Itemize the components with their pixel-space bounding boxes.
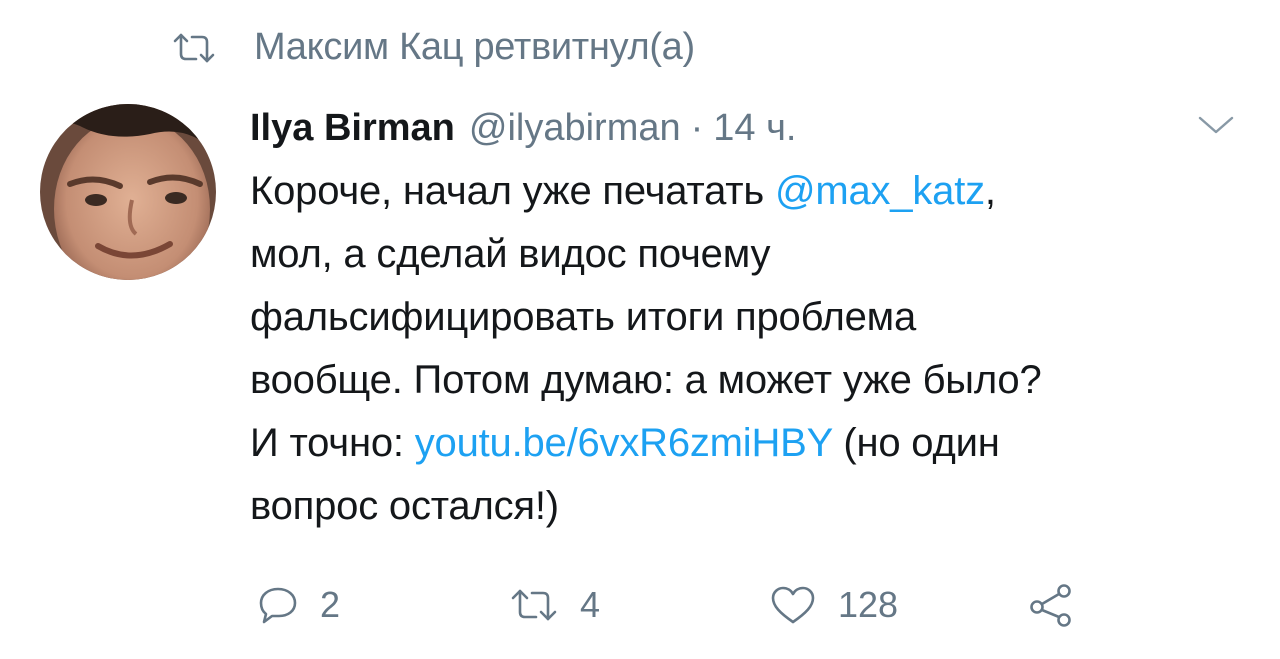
retweet-icon [511,589,557,621]
mention-link[interactable]: @max_katz [775,169,985,213]
tweet-menu-button[interactable] [1196,110,1236,140]
tweet-text-segment: И точно: [250,421,415,465]
tweet-author-line: Ilya Birman @ilyabirman · 14 ч. [250,100,796,156]
tweet-text-line: Короче, начал уже печатать @max_katz, [250,160,1250,223]
retweet-header-text[interactable]: Максим Кац ретвитнул(а) [254,26,695,69]
like-button[interactable]: 128 [770,575,898,635]
share-icon [1030,584,1071,627]
share-button[interactable] [1028,575,1074,635]
tweet-text-line: вообще. Потом думаю: а может уже было? [250,358,1042,402]
url-link[interactable]: youtu.be/6vxR6zmiHBY [415,421,833,465]
tweet-text-line: фальсифицировать итоги проблема [250,295,917,339]
chevron-down-icon [1198,116,1234,134]
meta-separator: · [690,106,704,149]
tweet-card[interactable]: Максим Кац ретвитнул(а) Ilya Birman @ily… [0,0,1280,659]
tweet-text: Короче, начал уже печатать @max_katz, мо… [250,160,1250,538]
retweet-header[interactable]: Максим Кац ретвитнул(а) [172,22,695,72]
retweet-button[interactable]: 4 [510,575,600,635]
tweet-timestamp[interactable]: 14 ч. [713,107,796,150]
avatar[interactable] [40,104,216,280]
reply-icon [259,587,297,624]
retweet-count: 4 [580,584,601,625]
tweet-text-line: И точно: youtu.be/6vxR6zmiHBY (но один [250,412,1250,475]
tweet-text-segment: Короче, начал уже печатать [250,169,775,213]
reply-button[interactable]: 2 [258,575,340,635]
retweet-icon [172,31,216,63]
tweet-text-segment: , [984,169,996,213]
like-count: 128 [838,584,899,625]
author-handle[interactable]: @ilyabirman [469,107,681,150]
reply-count: 2 [320,584,341,625]
tweet-text-segment: (но один [832,421,1000,465]
author-display-name[interactable]: Ilya Birman [250,107,455,150]
tweet-text-line: вопрос остался!) [250,484,559,528]
tweet-text-line: мол, а сделай видос почему [250,232,771,276]
avatar-photo [40,104,216,280]
heart-icon [771,586,815,624]
